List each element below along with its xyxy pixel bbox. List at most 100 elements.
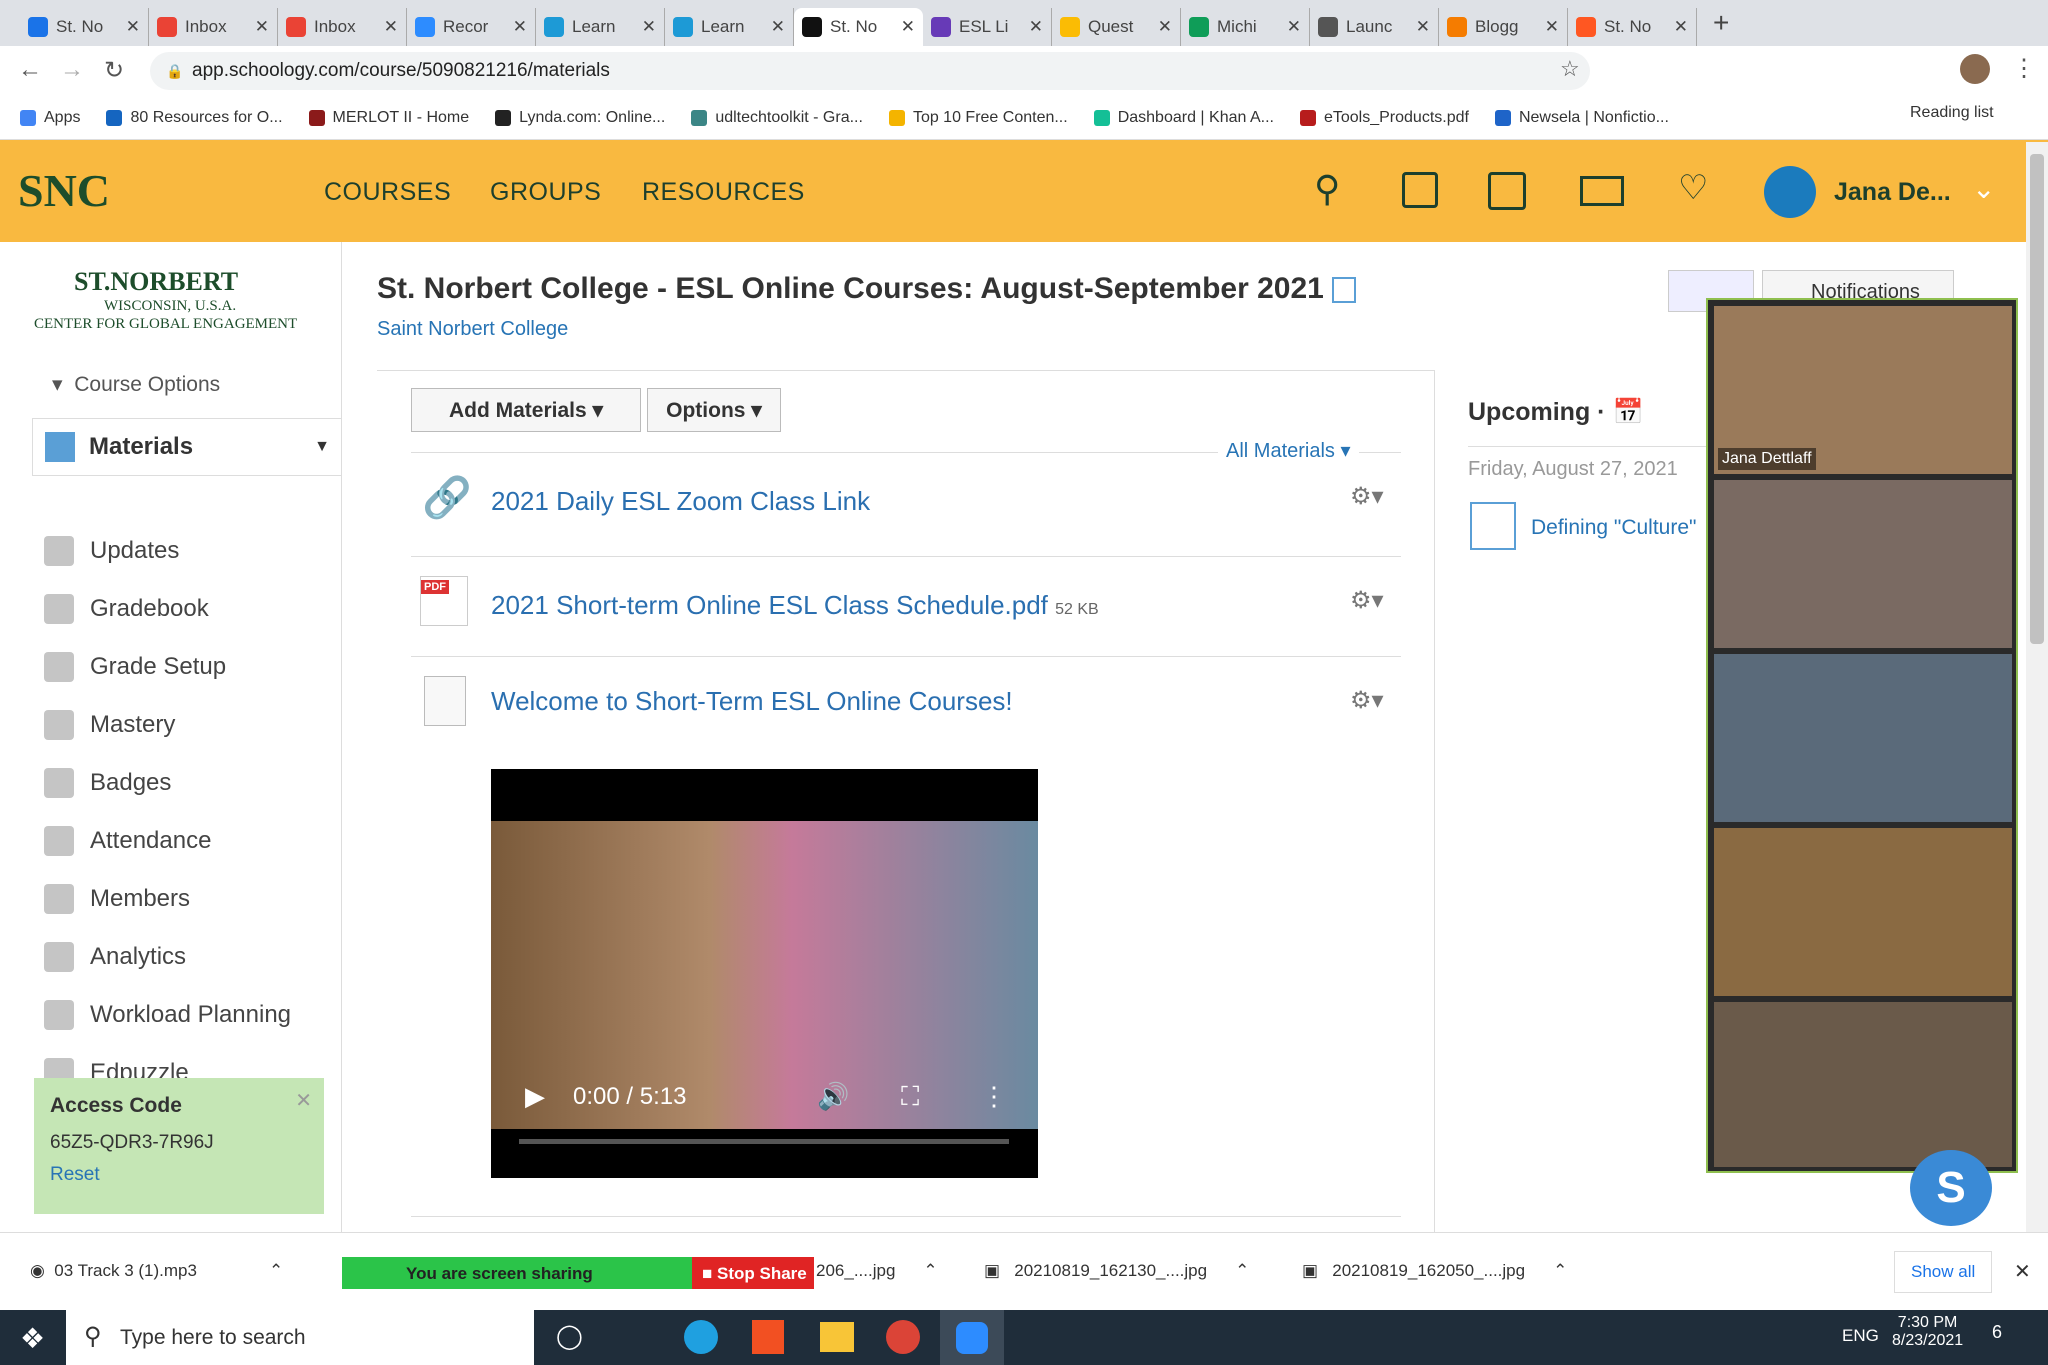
sidebar-item-materials[interactable]: Materials ▼ [32,418,342,476]
school-link[interactable]: Saint Norbert College [377,318,568,341]
nav-resources[interactable]: RESOURCES [642,178,805,207]
file-explorer-icon[interactable] [820,1322,854,1352]
search-icon[interactable]: ⚲ [1314,168,1340,210]
nav-groups[interactable]: GROUPS [490,178,601,207]
download-item[interactable]: ◉ 03 Track 3 (1).mp3 ⌃ [30,1261,283,1281]
notifications-badge[interactable]: 6 [1992,1322,2002,1343]
apps-grid-icon[interactable] [1402,172,1438,208]
browser-tab[interactable]: Recor ✕ [407,8,536,46]
profile-avatar[interactable] [1960,54,1990,84]
cortana-icon[interactable]: ◯ [556,1322,583,1351]
browser-tab[interactable]: Launc ✕ [1310,8,1439,46]
close-icon[interactable]: ✕ [2014,1259,2031,1284]
close-tab-icon[interactable]: ✕ [1158,17,1172,37]
gear-icon[interactable]: ⚙▾ [1350,686,1384,715]
material-link[interactable]: 2021 Daily ESL Zoom Class Link [491,486,870,517]
close-tab-icon[interactable]: ✕ [901,17,915,37]
bookmark-item[interactable]: Newsela | Nonfictio... [1494,109,1669,127]
browser-tab[interactable]: Learn ✕ [665,8,794,46]
gear-icon[interactable]: ⚙▾ [1350,586,1384,615]
menu-icon[interactable]: ⋮ [2012,54,2036,83]
zoom-app-icon[interactable] [940,1310,1004,1365]
more-icon[interactable]: ⋮ [981,1081,1007,1112]
play-icon[interactable]: ▶ [525,1081,545,1112]
material-link[interactable]: Welcome to Short-Term ESL Online Courses… [491,686,1013,717]
taskbar-search-input[interactable]: ⚲ Type here to search [66,1310,534,1365]
close-tab-icon[interactable]: ✕ [642,17,656,37]
browser-tab[interactable]: ESL Li ✕ [923,8,1052,46]
close-tab-icon[interactable]: ✕ [126,17,140,37]
add-materials-button[interactable]: Add Materials ▾ [411,388,641,432]
video-player[interactable]: ▶ 0:00 / 5:13 🔊 ⛶ ⋮ [491,769,1038,1178]
close-icon[interactable]: ✕ [295,1088,312,1113]
volume-icon[interactable]: 🔊 [817,1081,849,1112]
sidebar-item-analytics[interactable]: Analytics [44,942,186,972]
browser-tab[interactable]: St. No ✕ [20,8,149,46]
browser-tab[interactable]: Inbox ✕ [149,8,278,46]
close-tab-icon[interactable]: ✕ [384,17,398,37]
schoology-help-button[interactable]: S [1910,1150,1992,1226]
download-item[interactable]: 206_....jpg ⌃ [816,1261,938,1281]
bookmark-item[interactable]: 80 Resources for O... [106,109,283,127]
close-tab-icon[interactable]: ✕ [1029,17,1043,37]
edge-icon[interactable] [684,1320,718,1354]
browser-tab[interactable]: Learn ✕ [536,8,665,46]
sidebar-item-mastery[interactable]: Mastery [44,710,175,740]
upcoming-event-link[interactable]: Defining "Culture" [1531,516,1707,540]
sidebar-item-workload-planning[interactable]: Workload Planning [44,1000,291,1030]
bookmark-item[interactable]: eTools_Products.pdf [1299,109,1469,127]
windows-start-icon[interactable]: ❖ [20,1322,45,1355]
mail-icon[interactable] [1580,176,1624,206]
all-materials-filter[interactable]: All Materials ▾ [1218,438,1359,463]
browser-tab[interactable]: Michi ✕ [1181,8,1310,46]
stop-share-button[interactable]: ■ Stop Share [692,1257,814,1289]
gear-icon[interactable]: ⚙▾ [1350,482,1384,511]
download-item[interactable]: ▣ 20210819_162050_....jpg ⌃ [1302,1261,1567,1281]
url-input[interactable]: 🔒 app.schoology.com/course/5090821216/mat… [150,52,1590,90]
reset-link[interactable]: Reset [50,1164,308,1186]
bookmark-item[interactable]: Lynda.com: Online... [495,109,665,127]
user-name[interactable]: Jana De... [1834,178,1951,207]
scrollbar[interactable] [2026,142,2048,1232]
nav-courses[interactable]: COURSES [324,178,451,207]
download-item[interactable]: ▣ 20210819_162130_....jpg ⌃ [984,1261,1249,1281]
reading-list[interactable]: Reading list [1910,104,1994,122]
chrome-icon[interactable] [886,1320,920,1354]
user-avatar[interactable] [1764,166,1816,218]
new-tab-button[interactable]: + [1713,7,1729,39]
bell-icon[interactable]: ♡ [1678,168,1708,208]
options-button[interactable]: Options ▾ [647,388,781,432]
sidebar-item-gradebook[interactable]: Gradebook [44,594,209,624]
bookmark-item[interactable]: Apps [20,109,80,127]
calendar-icon[interactable] [1488,172,1526,210]
sidebar-item-badges[interactable]: Badges [44,768,171,798]
bookmark-item[interactable]: Top 10 Free Conten... [888,109,1068,127]
clock[interactable]: 7:30 PM 8/23/2021 [1892,1314,1963,1350]
close-tab-icon[interactable]: ✕ [513,17,527,37]
browser-tab[interactable]: Inbox ✕ [278,8,407,46]
scrollbar-thumb[interactable] [2030,154,2044,644]
course-options[interactable]: ▾ Course Options [52,372,220,397]
sidebar-item-grade-setup[interactable]: Grade Setup [44,652,226,682]
close-tab-icon[interactable]: ✕ [1416,17,1430,37]
bookmark-item[interactable]: udltechtoolkit - Gra... [691,109,863,127]
sidebar-item-updates[interactable]: Updates [44,536,179,566]
close-tab-icon[interactable]: ✕ [1674,17,1688,37]
bookmark-item[interactable]: MERLOT II - Home [308,109,469,127]
sidebar-item-attendance[interactable]: Attendance [44,826,211,856]
close-tab-icon[interactable]: ✕ [1545,17,1559,37]
sidebar-item-members[interactable]: Members [44,884,190,914]
browser-tab[interactable]: Quest ✕ [1052,8,1181,46]
chevron-down-icon[interactable]: ⌄ [1972,172,1995,205]
snc-logo[interactable]: SNC [18,164,110,217]
browser-tab[interactable]: St. No ✕ [794,8,923,46]
caret-down-icon[interactable]: ▼ [314,438,330,456]
reload-icon[interactable]: ↻ [104,56,124,85]
browser-tab[interactable]: Blogg ✕ [1439,8,1568,46]
bookmark-star-icon[interactable]: ☆ [1560,56,1580,82]
forward-icon[interactable]: → [60,56,84,84]
video-progress-bar[interactable] [519,1139,1009,1144]
browser-tab[interactable]: St. No ✕ [1568,8,1697,46]
back-icon[interactable]: ← [18,56,42,84]
fullscreen-icon[interactable]: ⛶ [901,1081,919,1113]
